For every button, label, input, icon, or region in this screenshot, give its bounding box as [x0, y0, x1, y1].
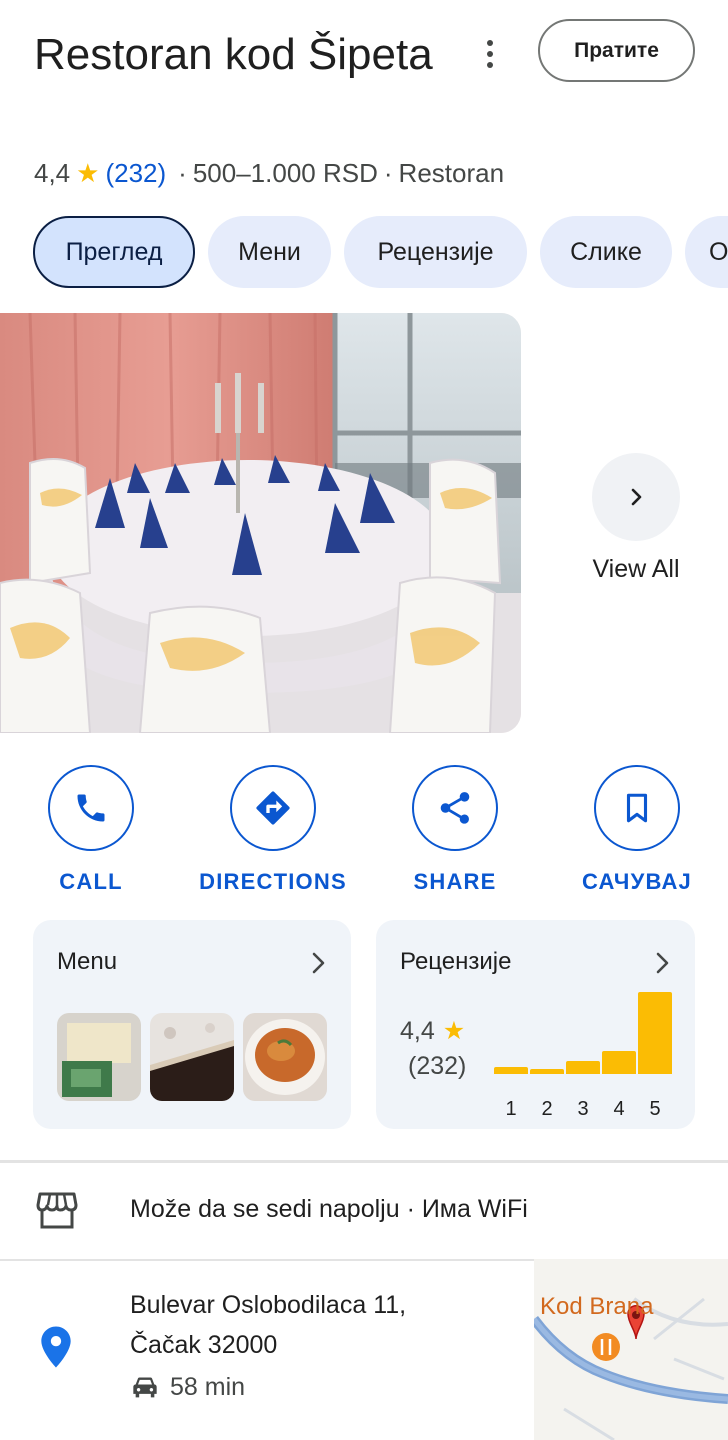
- storefront-icon: [36, 1192, 78, 1229]
- star-icon: ★: [76, 158, 100, 188]
- rating-bar-label: 1: [505, 1098, 517, 1120]
- action-bar: CALL DIRECTIONS SHARE САЧУВАЈ: [0, 765, 728, 895]
- reviews-card-title: Рецензије: [400, 948, 512, 975]
- review-count-link[interactable]: (232): [105, 158, 166, 189]
- view-all-label[interactable]: View All: [570, 555, 702, 584]
- directions-button[interactable]: DIRECTIONS: [182, 765, 364, 895]
- price-range: 500–1.000 RSD: [192, 158, 378, 188]
- rating-bar-5: [638, 992, 672, 1074]
- save-label: САЧУВАЈ: [581, 869, 692, 894]
- map-roads: [534, 1297, 728, 1440]
- map-preview[interactable]: Kod Brana: [534, 1259, 728, 1440]
- banquet-table-image: [0, 313, 521, 733]
- tab-about[interactable]: О: [685, 216, 728, 288]
- rating-summary: 4,4 ★ (232) · 500–1.000 RSD · Restoran: [34, 158, 504, 189]
- rating-bar-2: [530, 1069, 564, 1074]
- directions-icon: [230, 765, 316, 851]
- travel-time: 58 min: [170, 1373, 246, 1401]
- separator: ·: [383, 158, 393, 188]
- chevron-right-icon: [631, 488, 642, 506]
- location-pin-icon: [41, 1326, 71, 1368]
- tab-photos[interactable]: Слике: [540, 216, 672, 288]
- menu-photo-thumbnail[interactable]: [150, 1013, 234, 1101]
- tab-menu[interactable]: Мени: [208, 216, 331, 288]
- rating-value: 4,4: [34, 158, 71, 188]
- menu-card-title: Menu: [57, 948, 118, 975]
- view-all-button[interactable]: [592, 453, 680, 541]
- place-title: Restoran kod Šipeta: [34, 30, 433, 79]
- rating-bar-label: 4: [613, 1098, 625, 1120]
- restaurant-photo[interactable]: [0, 313, 521, 733]
- share-icon: [412, 765, 498, 851]
- rating-bar-label: 2: [541, 1098, 553, 1120]
- address-line-2: Čačak 32000: [130, 1331, 278, 1359]
- menu-card[interactable]: Menu: [33, 920, 351, 1129]
- rating-bar-1: [494, 1067, 528, 1074]
- chevron-right-icon: [312, 952, 325, 974]
- bookmark-icon: [594, 765, 680, 851]
- menu-photo-thumbnail[interactable]: [57, 1013, 141, 1101]
- more-options-icon[interactable]: [472, 32, 508, 76]
- tab-bar: Преглед Мени Рецензије Слике О: [0, 216, 728, 290]
- map-place-label: Kod Brana: [540, 1293, 654, 1320]
- amenities-row[interactable]: Može da se sedi napolju · Има WiFi: [0, 1163, 728, 1259]
- directions-label: DIRECTIONS: [199, 869, 347, 894]
- reviews-rating: 4,4 ★: [400, 1016, 465, 1046]
- category: Restoran: [398, 158, 505, 188]
- menu-photo-thumbnail[interactable]: [243, 1013, 327, 1101]
- tab-overview[interactable]: Преглед: [33, 216, 195, 288]
- reviews-count: (232): [408, 1052, 467, 1080]
- chevron-right-icon: [656, 952, 669, 974]
- separator: ·: [178, 158, 187, 188]
- share-label: SHARE: [413, 869, 497, 894]
- place-header: Restoran kod Šipeta Пратите 4,4 ★ (232) …: [0, 0, 728, 210]
- rating-bar-4: [602, 1051, 636, 1074]
- share-button[interactable]: SHARE: [364, 765, 546, 895]
- call-button[interactable]: CALL: [0, 765, 182, 895]
- save-button[interactable]: САЧУВАЈ: [546, 765, 728, 895]
- call-label: CALL: [59, 869, 123, 894]
- reviews-card[interactable]: Рецензије 4,4 ★ (232) 1 2 3 4 5: [376, 920, 695, 1129]
- address-line-1: Bulevar Oslobodilaca 11,: [130, 1291, 407, 1319]
- rating-bar-3: [566, 1061, 600, 1074]
- car-icon: [133, 1377, 157, 1398]
- rating-bar-label: 5: [649, 1098, 661, 1120]
- follow-button[interactable]: Пратите: [538, 19, 695, 82]
- phone-icon: [48, 765, 134, 851]
- rating-bar-label: 3: [577, 1098, 589, 1120]
- tab-reviews[interactable]: Рецензије: [344, 216, 527, 288]
- star-icon: ★: [442, 1017, 466, 1045]
- amenities-text: Može da se sedi napolju · Има WiFi: [130, 1195, 528, 1223]
- reviews-rating-value: 4,4: [400, 1016, 435, 1045]
